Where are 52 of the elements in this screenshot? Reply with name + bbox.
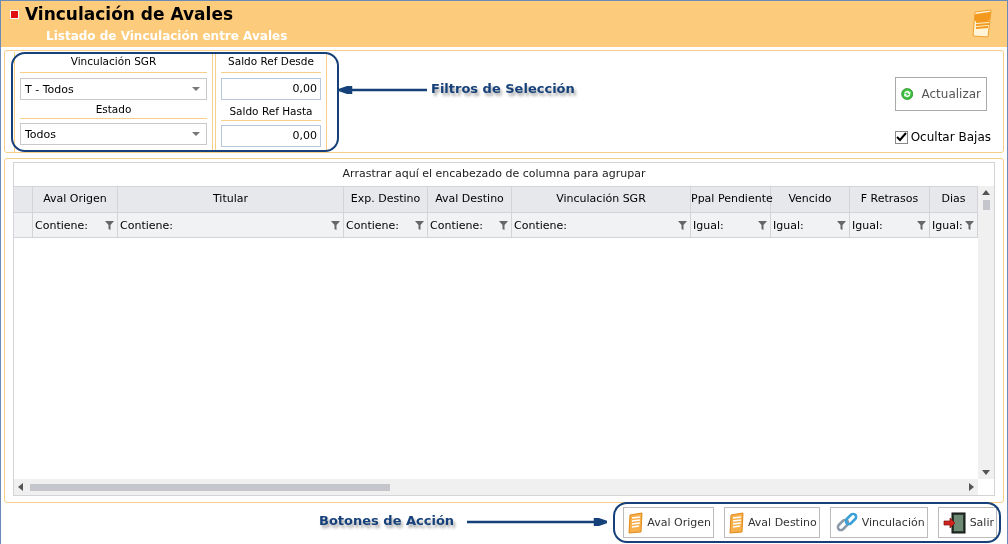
column-filter-field[interactable]: Contiene: xyxy=(33,213,118,237)
column-filter-field[interactable]: Contiene: xyxy=(344,213,428,237)
filter-label: Saldo Ref Desde xyxy=(221,52,321,73)
dropdown-field[interactable]: T - Todos xyxy=(20,78,207,100)
number-field[interactable]: 0,00 xyxy=(221,125,321,147)
horizontal-scrollbar[interactable] xyxy=(14,479,978,495)
column-filter-field[interactable]: Contiene: xyxy=(512,213,691,237)
scroll-up-icon[interactable] xyxy=(982,190,990,195)
action-button[interactable]: Aval Destino xyxy=(723,507,820,538)
close-icon[interactable] xyxy=(10,9,19,19)
number-field[interactable]: 0,00 xyxy=(221,78,321,100)
filter-icon xyxy=(837,220,846,230)
filter-icon xyxy=(917,220,926,230)
filter-icon xyxy=(331,220,340,230)
filter-icon xyxy=(415,220,424,230)
window-title: Vinculación de Avales xyxy=(25,4,234,24)
group-by-hint: Arrastrar aquí el encabezado de columna para agrupar xyxy=(342,167,646,180)
document-icon xyxy=(728,511,745,534)
filter-icon xyxy=(499,220,508,230)
callout-label: Botones de Acción xyxy=(319,513,455,528)
window-subtitle: Listado de Vinculación entre Avales xyxy=(46,29,288,43)
column-filter-field[interactable]: Igual: xyxy=(771,213,850,237)
column-filter-field[interactable]: Igual: xyxy=(691,213,771,237)
filter-label: Estado xyxy=(20,100,207,119)
scroll-thumb[interactable] xyxy=(983,200,990,210)
callout-label: Filtros de Selección xyxy=(431,81,575,96)
filter-label: Saldo Ref Hasta xyxy=(221,102,321,121)
filter-icon xyxy=(105,220,114,230)
action-button[interactable]: Aval Origen xyxy=(623,507,714,538)
action-button[interactable]: Salir xyxy=(937,507,997,538)
action-button[interactable]: Vinculación xyxy=(829,507,928,538)
filter-icon xyxy=(965,220,974,230)
filter-icon xyxy=(758,220,767,230)
filter-label: Vinculación SGR xyxy=(20,52,207,73)
column-filter-field[interactable]: Contiene: xyxy=(428,213,512,237)
check-icon xyxy=(895,132,907,142)
scroll-right-icon[interactable] xyxy=(969,483,974,491)
column-filter-field[interactable]: Igual: xyxy=(850,213,930,237)
dropdown-arrow-icon xyxy=(192,87,200,91)
scroll-left-icon[interactable] xyxy=(18,483,23,491)
scroll-down-icon[interactable] xyxy=(982,470,990,475)
dropdown-field[interactable]: Todos xyxy=(20,123,207,145)
filter-icon xyxy=(678,220,687,230)
scroll-thumb[interactable] xyxy=(30,484,390,491)
column-filter-field[interactable]: Contiene: xyxy=(118,213,344,237)
checkbox[interactable] xyxy=(894,130,908,144)
dropdown-arrow-icon xyxy=(192,132,200,136)
exit-door-icon xyxy=(942,510,967,535)
document-icon xyxy=(628,511,645,534)
notepad-icon xyxy=(971,9,993,39)
vertical-scrollbar[interactable] xyxy=(978,186,994,479)
refresh-button[interactable]: Actualizar xyxy=(895,77,987,111)
